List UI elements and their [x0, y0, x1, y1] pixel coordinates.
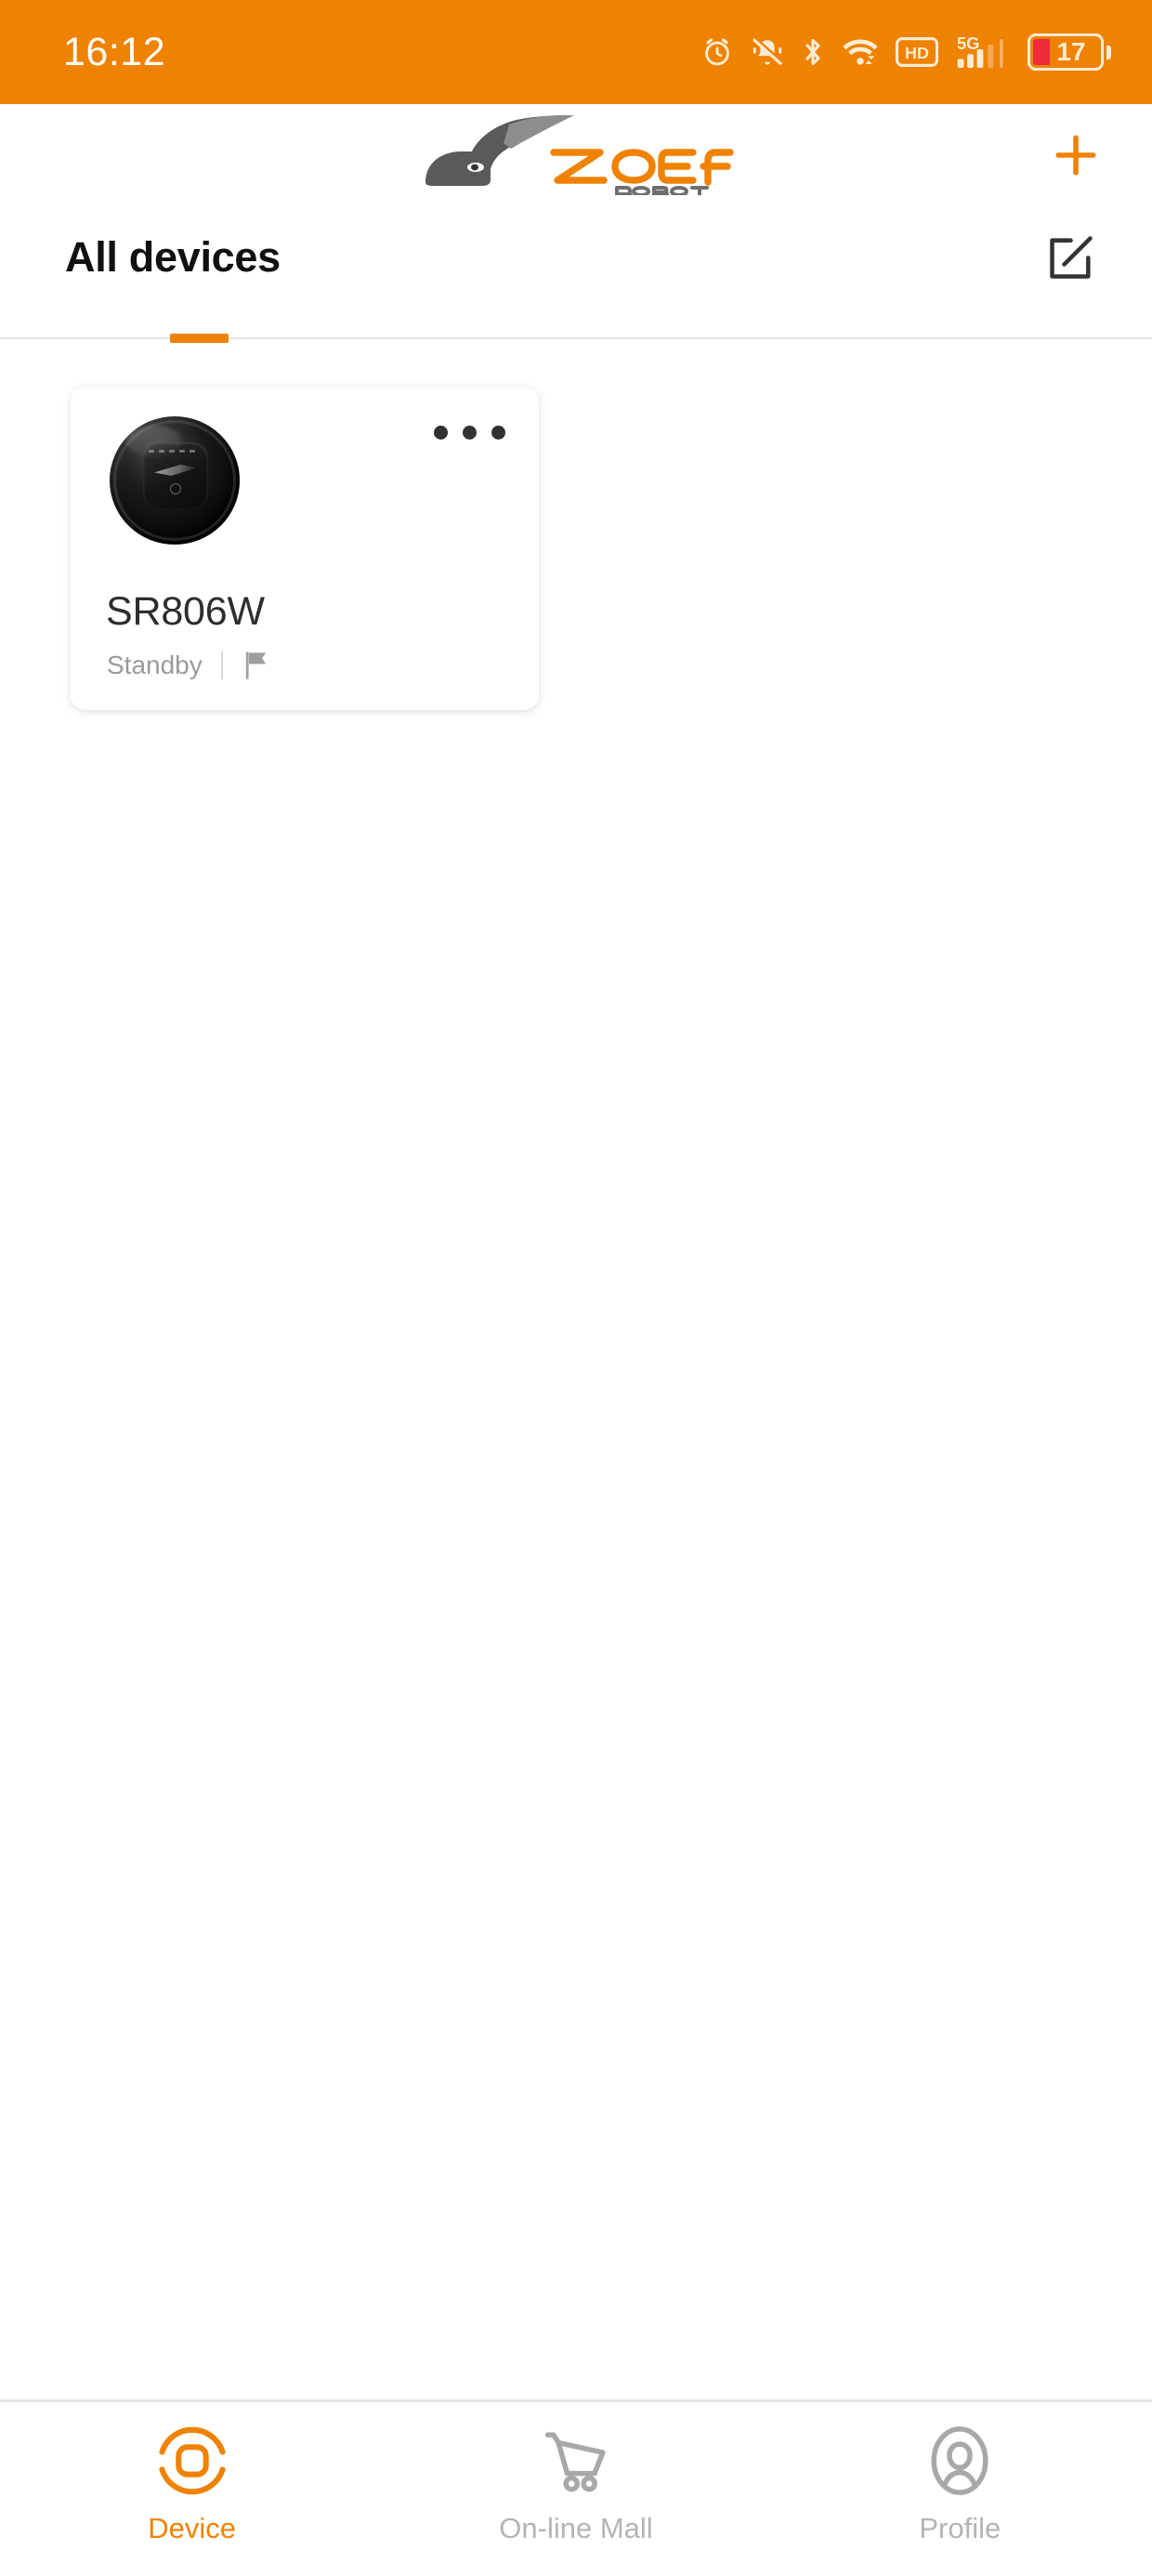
nav-item-online-mall[interactable]: On-line Mall [384, 2423, 767, 2543]
nav-label-online-mall: On-line Mall [499, 2512, 653, 2544]
bluetooth-icon [801, 35, 825, 69]
bottom-navigation: Device On-line Mall Profile [0, 2399, 1152, 2576]
device-options-button[interactable] [434, 411, 511, 440]
status-bar-icons: HD 5G 17 [700, 33, 1111, 71]
app-screen: 16:12 HD 5G 17 All devices SR806W Standb… [0, 0, 1152, 2576]
edit-devices-button[interactable] [1037, 223, 1106, 292]
battery-icon: 17 [1028, 33, 1111, 71]
hd-icon: HD [896, 36, 938, 68]
wifi-icon [841, 35, 880, 69]
status-bar-time: 16:12 [63, 29, 166, 74]
device-status-text: Standby [107, 651, 203, 679]
battery-level-text: 17 [1056, 37, 1086, 66]
svg-text:HD: HD [905, 44, 929, 62]
app-header [0, 104, 1152, 206]
profile-icon [921, 2423, 999, 2499]
device-card[interactable]: SR806W Standby [71, 387, 539, 710]
zoef-robot-logo [418, 115, 734, 195]
alarm-clock-icon [700, 35, 734, 69]
signal-5g-icon: 5G [954, 33, 1006, 71]
shopping-cart-icon [537, 2423, 615, 2499]
device-grid: SR806W Standby [71, 387, 1152, 710]
status-bar: 16:12 HD 5G 17 [0, 0, 1152, 104]
device-icon [153, 2423, 231, 2499]
nav-label-device: Device [148, 2512, 237, 2544]
status-divider [220, 651, 223, 679]
flag-icon [242, 651, 269, 680]
device-status-row: Standby [107, 651, 269, 680]
tab-active-indicator [170, 334, 229, 343]
devices-content: SR806W Standby [0, 348, 1152, 2399]
add-device-button[interactable] [1041, 120, 1111, 191]
nav-label-profile: Profile [919, 2512, 1001, 2544]
page-title: All devices [65, 233, 281, 281]
bell-muted-icon [750, 35, 785, 69]
svg-text:5G: 5G [957, 33, 980, 53]
robot-vacuum-image [102, 411, 251, 548]
page-header-row: All devices [0, 206, 1152, 309]
device-name: SR806W [106, 589, 265, 634]
nav-item-device[interactable]: Device [0, 2423, 384, 2543]
device-card-top [102, 411, 511, 548]
nav-item-profile[interactable]: Profile [768, 2423, 1152, 2543]
tab-underline-row [0, 309, 1152, 348]
